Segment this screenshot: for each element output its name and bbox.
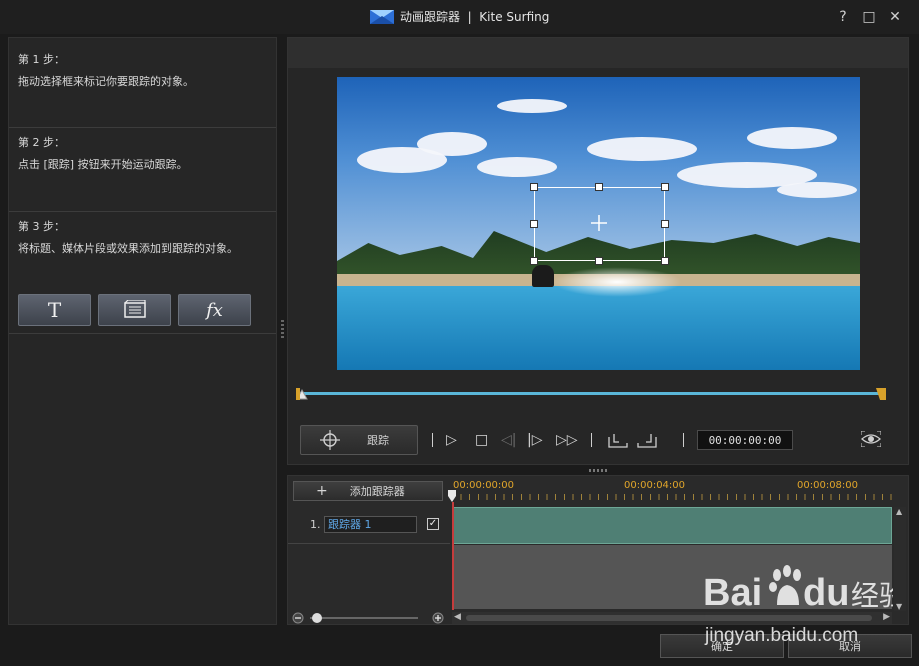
divider	[9, 333, 276, 334]
time-ruler[interactable]: 00:00:00:00 00:00:04:00 00:00:08:00	[452, 476, 892, 502]
next-frame-icon[interactable]: |▷	[527, 431, 542, 449]
cloud	[477, 157, 557, 177]
close-icon[interactable]: ✕	[889, 9, 901, 25]
cloud	[587, 137, 697, 161]
cloud	[417, 132, 487, 156]
tracker-clip[interactable]	[452, 507, 892, 544]
resize-handle[interactable]	[661, 257, 669, 265]
mark-out-icon[interactable]	[636, 431, 658, 449]
cloud	[497, 99, 567, 113]
track-button[interactable]: 跟踪	[300, 425, 418, 455]
in-marker-icon[interactable]	[296, 388, 308, 400]
preview-panel: 跟踪 ▷ □ ◁| |▷ ▷▷ 00:00:00:00	[287, 37, 909, 465]
resize-handle[interactable]	[595, 257, 603, 265]
panel-resize-handle[interactable]	[281, 320, 284, 340]
zoom-slider-track[interactable]	[310, 617, 418, 619]
title-bar: 动画跟踪器 | Kite Surfing ? □ ✕	[0, 0, 919, 34]
play-icon[interactable]: ▷	[446, 431, 457, 449]
scroll-up-icon[interactable]: ▲	[896, 507, 902, 516]
playhead[interactable]	[452, 502, 454, 610]
video-sea	[337, 286, 860, 370]
svg-text:Bai: Bai	[703, 572, 762, 614]
zoom-in-icon[interactable]	[432, 612, 444, 624]
step-3-title: 第 3 步：	[18, 220, 65, 233]
step-2: 第 2 步： 点击 [跟踪] 按钮来开始运动跟踪。	[9, 135, 276, 212]
resize-handle[interactable]	[661, 183, 669, 191]
step-2-description: 点击 [跟踪] 按钮来开始运动跟踪。	[18, 158, 188, 171]
scroll-left-icon[interactable]: ◀	[454, 612, 461, 622]
ruler-time-label: 00:00:08:00	[797, 480, 859, 491]
target-icon	[320, 430, 340, 450]
add-title-button[interactable]: T	[18, 294, 91, 326]
timecode-display: 00:00:00:00	[697, 430, 793, 450]
resize-handle[interactable]	[530, 257, 538, 265]
kite-surfer	[532, 265, 554, 287]
fast-forward-icon[interactable]: ▷▷	[556, 431, 578, 449]
zoom-out-icon[interactable]	[292, 612, 304, 624]
ruler-time-label: 00:00:00:00	[453, 480, 515, 491]
mark-in-icon[interactable]	[607, 431, 629, 449]
step-1-description: 拖动选择框来标记你要跟踪的对象。	[18, 75, 194, 88]
step-3-description: 将标题、媒体片段或效果添加到跟踪的对象。	[18, 242, 238, 255]
step-1: 第 1 步： 拖动选择框来标记你要跟踪的对象。	[9, 52, 276, 128]
add-tracker-button[interactable]: + 添加跟踪器	[293, 481, 443, 501]
tracker-row-number: 1.	[310, 518, 321, 531]
scrubber-track	[300, 392, 884, 395]
maximize-icon[interactable]: □	[862, 9, 875, 25]
step-2-title: 第 2 步：	[18, 136, 65, 149]
separator	[432, 433, 433, 447]
resize-handle[interactable]	[530, 183, 538, 191]
steps-panel: 第 1 步： 拖动选择框来标记你要跟踪的对象。 第 2 步： 点击 [跟踪] 按…	[8, 37, 277, 625]
preview-eye-icon[interactable]	[861, 431, 881, 447]
effects-toolbar: T fx	[18, 294, 251, 326]
zoom-control	[292, 612, 448, 624]
previous-frame-icon[interactable]: ◁|	[501, 431, 516, 449]
move-crosshair-icon[interactable]	[591, 215, 607, 231]
fx-icon: fx	[206, 299, 223, 321]
stop-icon[interactable]: □	[475, 431, 488, 449]
out-marker-icon[interactable]	[876, 388, 886, 400]
resize-handle[interactable]	[661, 220, 669, 228]
add-tracker-label: 添加跟踪器	[349, 485, 405, 498]
ruler-time-label: 00:00:04:00	[624, 480, 686, 491]
tracker-name-field[interactable]: 跟踪器 1	[324, 516, 417, 533]
tracker-visible-checkbox[interactable]: ✓	[427, 518, 439, 530]
svg-text:jingyan.baidu.com: jingyan.baidu.com	[704, 625, 858, 646]
zoom-slider-thumb[interactable]	[312, 613, 322, 623]
step-1-title: 第 1 步：	[18, 53, 65, 66]
video-wave	[552, 267, 682, 297]
media-clip-icon	[123, 298, 146, 321]
plus-icon: +	[316, 483, 328, 499]
svg-text:经验: 经验	[851, 579, 893, 612]
preview-toolbar	[288, 38, 908, 68]
tracker-row: 1. 跟踪器 1 ✓	[288, 507, 450, 544]
resize-handle[interactable]	[530, 220, 538, 228]
track-button-label: 跟踪	[367, 434, 389, 447]
separator	[683, 433, 684, 447]
window-title: 动画跟踪器 | Kite Surfing	[400, 10, 550, 24]
resize-handle[interactable]	[595, 183, 603, 191]
separator	[591, 433, 592, 447]
scroll-down-icon[interactable]: ▼	[896, 602, 902, 611]
playhead-marker-icon[interactable]	[448, 490, 456, 502]
vertical-scrollbar[interactable]: ▲ ▼	[894, 507, 906, 611]
title-icon: T	[47, 298, 62, 322]
cloud	[747, 127, 837, 149]
playback-controls: 跟踪 ▷ □ ◁| |▷ ▷▷ 00:00:00:00	[300, 425, 896, 455]
baidu-jingyan-watermark: Bai du 经验 jingyan.baidu.com	[703, 565, 893, 655]
panel-resize-handle[interactable]	[589, 469, 607, 472]
add-media-button[interactable]	[98, 294, 171, 326]
help-icon[interactable]: ?	[837, 9, 849, 25]
preview-scrubber[interactable]	[296, 388, 886, 400]
app-logo-icon	[370, 9, 394, 24]
ruler-ticks	[452, 494, 892, 500]
video-preview[interactable]	[337, 77, 860, 370]
svg-text:du: du	[803, 572, 849, 614]
window-title-group: 动画跟踪器 | Kite Surfing	[370, 8, 549, 25]
step-3: 第 3 步： 将标题、媒体片段或效果添加到跟踪的对象。	[9, 219, 276, 255]
cloud	[777, 182, 857, 198]
add-effect-button[interactable]: fx	[178, 294, 251, 326]
